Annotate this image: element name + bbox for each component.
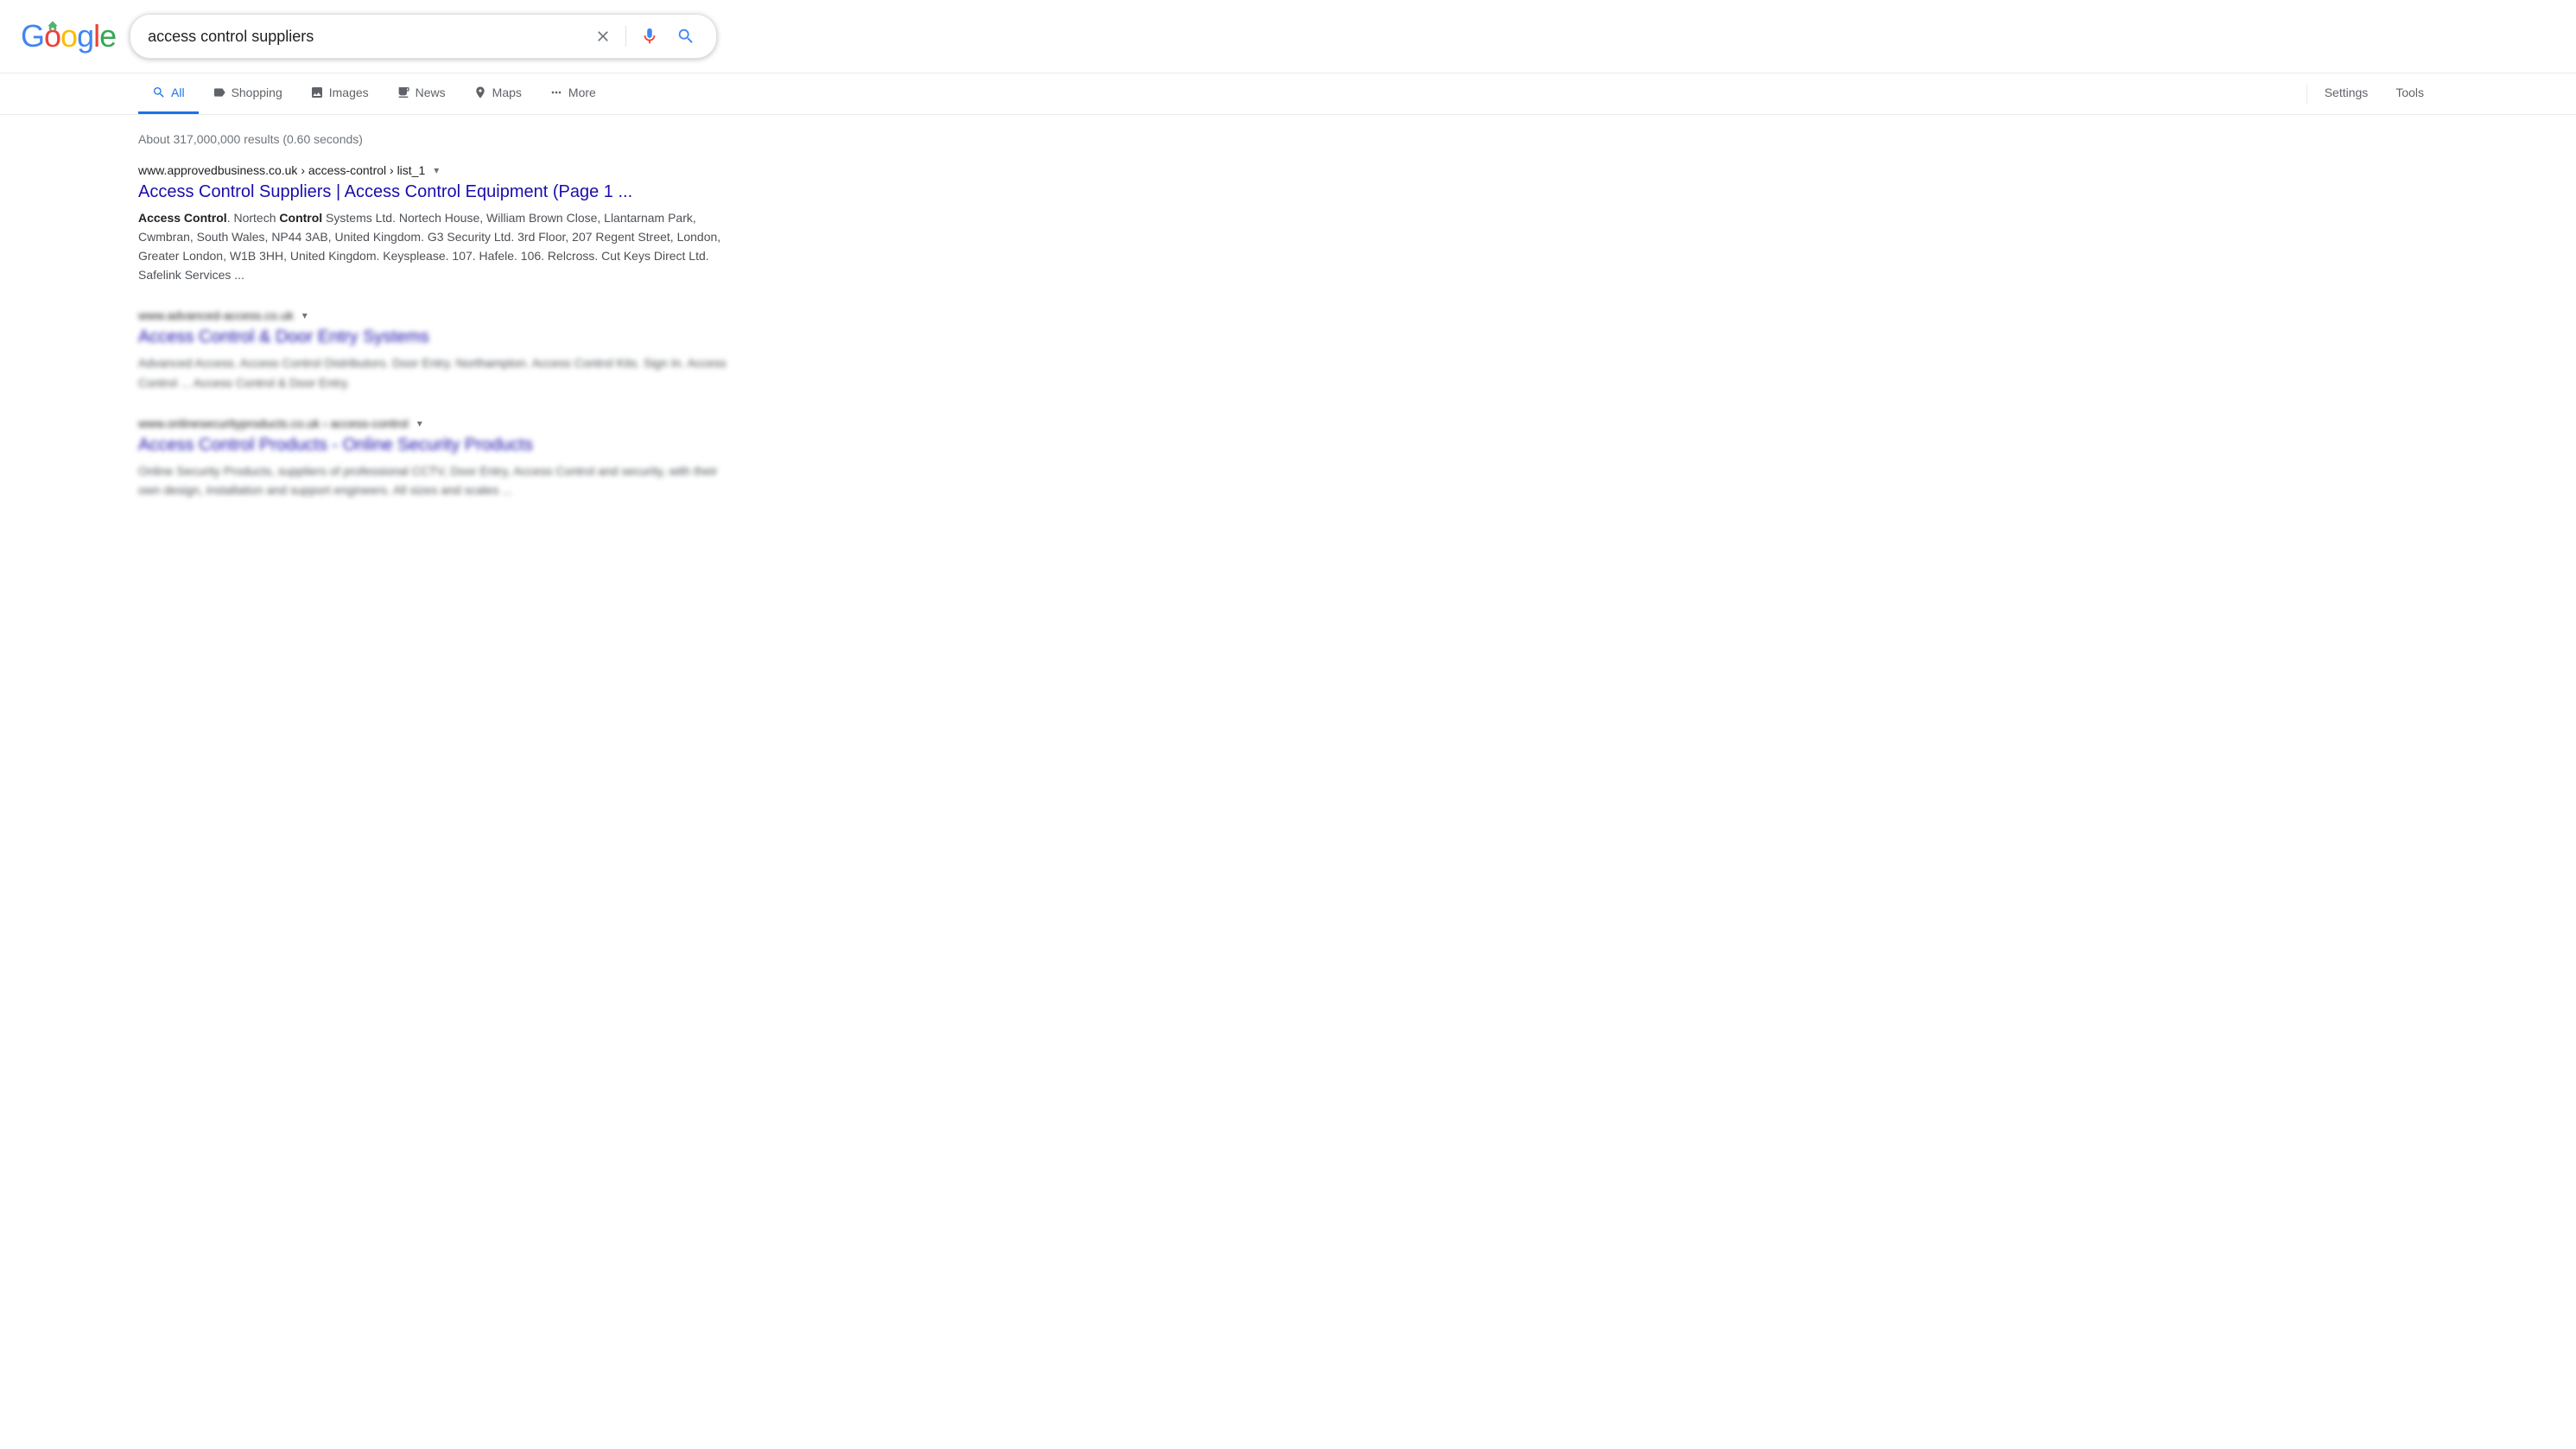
nav-settings-group: Settings Tools — [2303, 73, 2438, 114]
tools-label: Tools — [2395, 86, 2424, 99]
result-url-row: www.approvedbusiness.co.uk › access-cont… — [138, 163, 743, 177]
result-snippet: Access Control. Nortech Control Systems … — [138, 208, 743, 284]
search-bar-wrapper: access control suppliers — [130, 14, 717, 59]
logo-text: G o o g l e — [21, 18, 116, 54]
clear-button[interactable] — [591, 24, 615, 48]
tab-shopping[interactable]: Shopping — [199, 73, 296, 114]
header: G o o g l e access control suppliers — [0, 0, 2576, 73]
tools-link[interactable]: Tools — [2382, 73, 2438, 114]
result-url: www.approvedbusiness.co.uk › access-cont… — [138, 163, 425, 177]
tab-all-label: All — [171, 86, 185, 99]
result-url: www.advanced-access.co.uk — [138, 308, 294, 322]
result-title-link[interactable]: Access Control Suppliers | Access Contro… — [138, 181, 743, 203]
logo-l: l — [93, 18, 99, 54]
result-item: www.approvedbusiness.co.uk › access-cont… — [138, 163, 743, 284]
result-url-row: www.onlinesecurityproducts.co.uk › acces… — [138, 416, 743, 430]
pin-tab-icon — [473, 86, 487, 99]
tab-shopping-label: Shopping — [232, 86, 282, 99]
newspaper-tab-icon — [397, 86, 410, 99]
tab-images-label: Images — [329, 86, 369, 99]
search-bar-icons — [591, 23, 699, 49]
search-bar: access control suppliers — [130, 14, 717, 59]
tab-more-label: More — [568, 86, 596, 99]
logo-g1: G — [21, 18, 44, 54]
results-count: About 317,000,000 results (0.60 seconds) — [138, 132, 2438, 146]
search-divider — [625, 26, 626, 47]
tab-more[interactable]: More — [536, 73, 610, 114]
tab-images[interactable]: Images — [296, 73, 383, 114]
tab-all[interactable]: All — [138, 73, 199, 114]
tab-news[interactable]: News — [383, 73, 460, 114]
result-url-dropdown-arrow: ▾ — [417, 417, 422, 429]
logo-e: e — [99, 18, 116, 54]
image-tab-icon — [310, 86, 324, 99]
result-snippet: Advanced Access. Access Control Distribu… — [138, 353, 743, 391]
logo-g2: g — [77, 18, 93, 54]
tab-news-label: News — [416, 86, 446, 99]
result-url: www.onlinesecurityproducts.co.uk › acces… — [138, 416, 409, 430]
voice-search-button[interactable] — [637, 23, 663, 49]
logo-house-icon — [47, 20, 59, 32]
results-area: About 317,000,000 results (0.60 seconds)… — [0, 115, 2576, 541]
search-icon — [676, 27, 695, 46]
settings-label: Settings — [2325, 86, 2369, 99]
google-logo[interactable]: G o o g l e — [21, 18, 116, 54]
logo-o2: o — [60, 18, 77, 54]
result-url-dropdown-arrow[interactable]: ▾ — [434, 164, 439, 176]
nav-divider — [2306, 84, 2307, 105]
search-tab-icon — [152, 86, 166, 99]
tab-maps[interactable]: Maps — [460, 73, 536, 114]
logo-o1-wrapper: o — [44, 18, 60, 54]
result-item: www.onlinesecurityproducts.co.uk › acces… — [138, 416, 743, 499]
result-url-dropdown-arrow: ▾ — [302, 309, 308, 321]
search-input[interactable]: access control suppliers — [148, 28, 581, 46]
result-title-link: Access Control Products - Online Securit… — [138, 434, 743, 456]
result-item: www.advanced-access.co.uk ▾ Access Contr… — [138, 308, 743, 391]
settings-link[interactable]: Settings — [2311, 73, 2382, 114]
search-button[interactable] — [673, 23, 699, 49]
result-snippet: Online Security Products, suppliers of p… — [138, 461, 743, 499]
microphone-icon — [640, 27, 659, 46]
result-title-link: Access Control & Door Entry Systems — [138, 326, 743, 348]
tab-maps-label: Maps — [492, 86, 522, 99]
nav-tabs: All Shopping Images News Maps More — [0, 73, 2576, 115]
tag-tab-icon — [213, 86, 226, 99]
result-url-row: www.advanced-access.co.uk ▾ — [138, 308, 743, 322]
dots-tab-icon — [549, 86, 563, 99]
clear-icon — [594, 28, 612, 45]
